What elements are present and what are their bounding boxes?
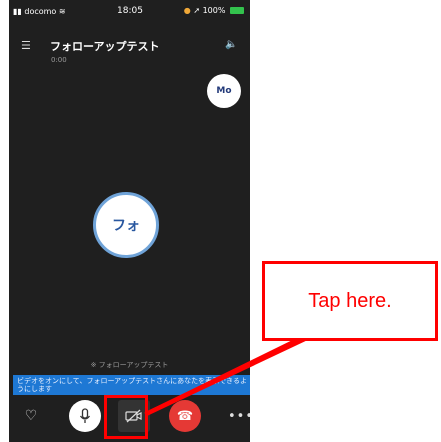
callout-label: Tap here. — [308, 289, 392, 312]
callout-pointer — [144, 336, 312, 416]
tap-here-callout: Tap here. — [262, 261, 438, 341]
